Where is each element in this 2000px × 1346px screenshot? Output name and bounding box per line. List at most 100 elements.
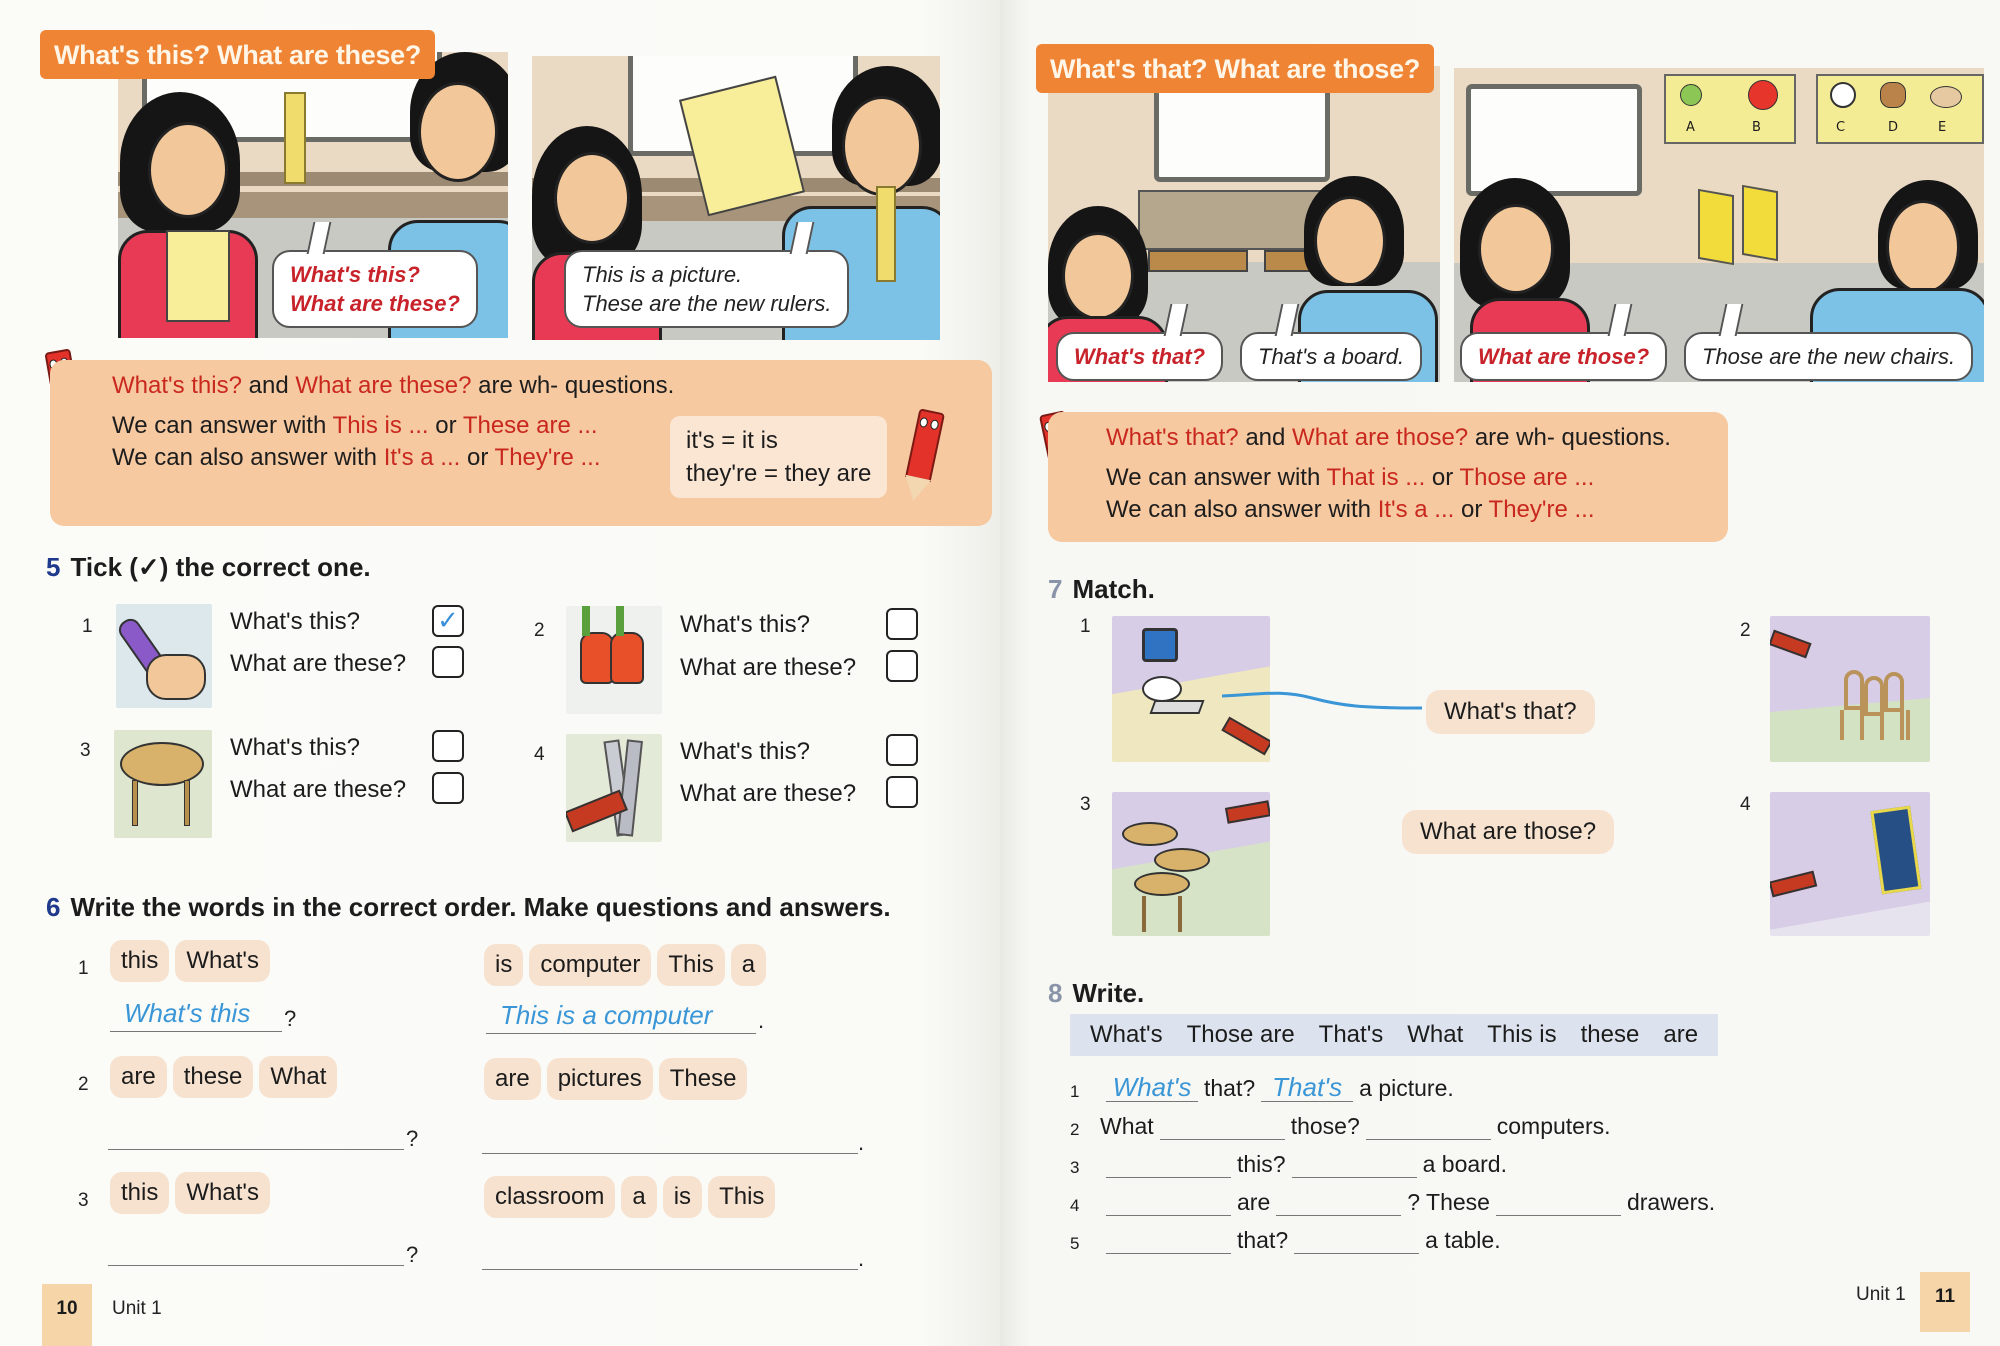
word-chip[interactable]: What's: [175, 940, 270, 982]
page-number: 10: [42, 1284, 92, 1346]
word-chip[interactable]: classroom: [484, 1176, 616, 1218]
bubble-line: This is a picture.: [582, 262, 743, 287]
grammar-line-1: What's this? and What are these? are wh-…: [112, 372, 675, 399]
alphabet-poster-cde: C D E: [1816, 74, 1984, 144]
tick-checkbox[interactable]: [886, 734, 918, 766]
fill-blank-input[interactable]: [1294, 1224, 1420, 1254]
tick-checkbox[interactable]: [886, 608, 918, 640]
word-chip[interactable]: is: [484, 944, 524, 986]
fill-blank-input[interactable]: [1159, 1110, 1285, 1140]
word-chip[interactable]: What's: [175, 1172, 270, 1214]
sentence-text: a table.: [1425, 1227, 1501, 1253]
fill-blank-input[interactable]: [1106, 1186, 1231, 1216]
alphabet-poster-ab: A B: [1664, 74, 1796, 144]
exercise-5-heading: 5 Tick (✓) the correct one.: [46, 552, 371, 582]
item-number: 4: [1740, 794, 1751, 815]
fill-blank-input[interactable]: [1291, 1148, 1417, 1178]
full-stop: .: [758, 1008, 765, 1033]
word-bank-item: What: [1407, 1021, 1464, 1048]
speech-bubble-answer: That's a board.: [1240, 332, 1423, 381]
answer-word-chips: are pictures These: [484, 1058, 748, 1100]
item-number: 3: [1080, 794, 1091, 815]
question-word-chips: this What's: [110, 1172, 270, 1214]
fill-blank-input[interactable]: That's: [1261, 1072, 1354, 1102]
option-text: What are these?: [680, 780, 857, 807]
tick-checkbox[interactable]: [432, 646, 464, 678]
sentence-text: this?: [1237, 1151, 1286, 1177]
question-word-chips: are these What: [110, 1056, 338, 1098]
item-number: 4: [1070, 1196, 1080, 1215]
tick-checkbox[interactable]: [432, 772, 464, 804]
tick-checkbox[interactable]: ✓: [432, 605, 464, 637]
grammar-line-3: We can also answer with It's a ... or Th…: [1106, 496, 1595, 523]
unit-label: Unit 1: [1856, 1284, 1906, 1305]
exercise-7-heading: 7 Match.: [1048, 574, 1155, 604]
option-text: What are these?: [680, 654, 857, 681]
fill-sentence-row: 1 What's that? That's a picture.: [1070, 1072, 1454, 1102]
sentence-text: that?: [1204, 1075, 1256, 1101]
word-chip[interactable]: is: [662, 1176, 703, 1218]
sentence-text: that?: [1237, 1227, 1289, 1253]
full-stop: .: [858, 1130, 865, 1155]
grammar-box: What's this? and What are these? are wh-…: [50, 360, 992, 526]
grammar-line-3: We can also answer with It's a ... or Th…: [112, 444, 601, 471]
word-chip[interactable]: This: [657, 944, 725, 986]
word-bank-item: That's: [1318, 1021, 1384, 1048]
speech-bubble-question: What are those?: [1460, 332, 1668, 381]
grammar-line-2: We can answer with This is ... or These …: [112, 412, 598, 439]
stools-picture[interactable]: [1112, 792, 1270, 936]
word-chip[interactable]: are: [110, 1056, 167, 1098]
check-mark-icon: ✓: [437, 606, 459, 636]
contraction-note: it's = it is they're = they are: [670, 416, 888, 498]
answer-field[interactable]: This is a computer: [486, 1000, 756, 1034]
sentence-text: are: [1237, 1189, 1271, 1215]
question-answer-field[interactable]: What's this: [110, 998, 282, 1032]
fill-sentence-row: 2 What those? computers.: [1070, 1110, 1611, 1140]
answer-field[interactable]: [482, 1236, 858, 1270]
fill-blank-input[interactable]: [1365, 1110, 1491, 1140]
tick-checkbox[interactable]: [886, 776, 918, 808]
word-chip[interactable]: pictures: [546, 1058, 653, 1100]
word-chip[interactable]: this: [110, 1172, 170, 1214]
word-chip[interactable]: a: [730, 944, 767, 986]
fill-blank-input[interactable]: [1495, 1186, 1621, 1216]
word-chip[interactable]: computer: [529, 944, 652, 986]
word-chip[interactable]: are: [484, 1058, 541, 1100]
fill-sentence-row: 4 are ? These drawers.: [1070, 1186, 1715, 1216]
word-chip[interactable]: this: [110, 940, 170, 982]
question-word-chips: this What's: [110, 940, 270, 982]
two-chairs-image: [566, 606, 662, 714]
word-chip[interactable]: these: [172, 1056, 254, 1098]
question-answer-field[interactable]: [108, 1232, 404, 1266]
lesson-title-banner: What's that? What are those?: [1036, 44, 1435, 93]
exercise-8-heading: 8 Write.: [1048, 978, 1145, 1008]
match-phrase[interactable]: What are those?: [1402, 810, 1615, 854]
fill-blank-input[interactable]: [1276, 1186, 1402, 1216]
item-number: 1: [1070, 1082, 1080, 1101]
word-bank-item: are: [1663, 1021, 1699, 1048]
stool-image: [114, 730, 212, 838]
speech-bubble-question: What's this? What are these?: [272, 250, 478, 328]
fill-blank-input[interactable]: What's: [1106, 1072, 1198, 1102]
poster-picture[interactable]: [1770, 792, 1930, 936]
tick-checkbox[interactable]: [432, 730, 464, 762]
tick-checkbox[interactable]: [886, 650, 918, 682]
question-answer-field[interactable]: [108, 1116, 404, 1150]
word-chip[interactable]: a: [621, 1176, 657, 1218]
match-phrase[interactable]: What's that?: [1426, 690, 1595, 734]
exercise-6-heading: 6 Write the words in the correct order. M…: [46, 892, 891, 922]
note-line: it's = it is: [686, 427, 778, 454]
whiteboard: [1466, 84, 1642, 196]
chairs-picture[interactable]: [1770, 616, 1930, 762]
fill-blank-input[interactable]: [1106, 1148, 1231, 1178]
item-number: 5: [1070, 1234, 1080, 1253]
word-chip[interactable]: This: [708, 1176, 776, 1218]
answer-field[interactable]: [482, 1120, 858, 1154]
question-mark: ?: [406, 1242, 419, 1267]
fill-blank-input[interactable]: [1106, 1224, 1231, 1254]
item-number: 1: [1080, 616, 1091, 637]
word-chip[interactable]: These: [658, 1058, 748, 1100]
speech-bubble-question: What's that?: [1056, 332, 1224, 381]
unit-label: Unit 1: [112, 1298, 162, 1319]
word-chip[interactable]: What: [259, 1056, 338, 1098]
